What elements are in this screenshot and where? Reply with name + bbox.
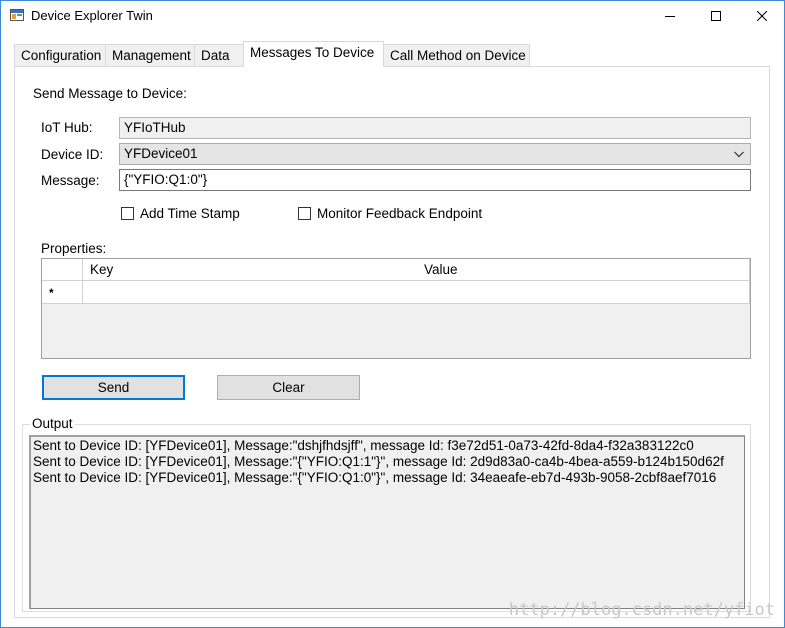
row-header-corner bbox=[42, 259, 83, 281]
clear-button[interactable]: Clear bbox=[217, 375, 360, 400]
send-button[interactable]: Send bbox=[42, 375, 185, 400]
output-line: Sent to Device ID: [YFDevice01], Message… bbox=[33, 454, 724, 469]
monitor-feedback-checkbox[interactable] bbox=[298, 207, 311, 220]
section-title: Send Message to Device: bbox=[33, 86, 187, 101]
output-label: Output bbox=[30, 416, 75, 431]
column-header-value[interactable]: Value bbox=[417, 259, 750, 281]
maximize-button[interactable] bbox=[693, 1, 739, 30]
output-line: Sent to Device ID: [YFDevice01], Message… bbox=[33, 438, 694, 453]
device-id-value: YFDevice01 bbox=[124, 146, 198, 161]
properties-label: Properties: bbox=[41, 241, 107, 256]
new-row-marker: * bbox=[42, 281, 83, 304]
message-input[interactable]: {"YFIO:Q1:0"} bbox=[119, 169, 751, 191]
minimize-button[interactable] bbox=[647, 1, 693, 30]
device-id-label: Device ID: bbox=[41, 147, 104, 162]
window-title: Device Explorer Twin bbox=[31, 8, 153, 23]
output-textbox[interactable]: Sent to Device ID: [YFDevice01], Message… bbox=[29, 435, 745, 609]
minimize-icon bbox=[665, 15, 675, 17]
close-button[interactable] bbox=[739, 1, 785, 30]
add-timestamp-label: Add Time Stamp bbox=[140, 206, 240, 221]
device-id-dropdown[interactable]: YFDevice01 bbox=[119, 143, 751, 165]
column-header-key[interactable]: Key bbox=[83, 259, 418, 281]
properties-grid[interactable]: Key Value * bbox=[41, 258, 751, 359]
tab-call-method-on-device[interactable]: Call Method on Device bbox=[383, 44, 530, 66]
add-timestamp-checkbox[interactable] bbox=[121, 207, 134, 220]
app-window-icon bbox=[10, 9, 24, 21]
tab-data[interactable]: Data bbox=[194, 44, 244, 66]
new-row-key-cell[interactable] bbox=[83, 281, 418, 304]
monitor-feedback-label: Monitor Feedback Endpoint bbox=[317, 206, 483, 221]
watermark: http://blog.csdn.net/yfiot bbox=[508, 600, 775, 620]
tab-messages-to-device[interactable]: Messages To Device bbox=[243, 41, 384, 67]
iothub-label: IoT Hub: bbox=[41, 120, 93, 135]
iothub-field[interactable]: YFIoTHub bbox=[119, 117, 751, 139]
tab-configuration[interactable]: Configuration bbox=[14, 44, 106, 66]
close-icon bbox=[757, 10, 767, 21]
chevron-down-icon bbox=[734, 151, 744, 158]
new-row-value-cell[interactable] bbox=[417, 281, 750, 304]
maximize-icon bbox=[711, 10, 721, 21]
message-label: Message: bbox=[41, 173, 100, 188]
output-line: Sent to Device ID: [YFDevice01], Message… bbox=[33, 470, 717, 485]
tab-management[interactable]: Management bbox=[105, 44, 195, 66]
